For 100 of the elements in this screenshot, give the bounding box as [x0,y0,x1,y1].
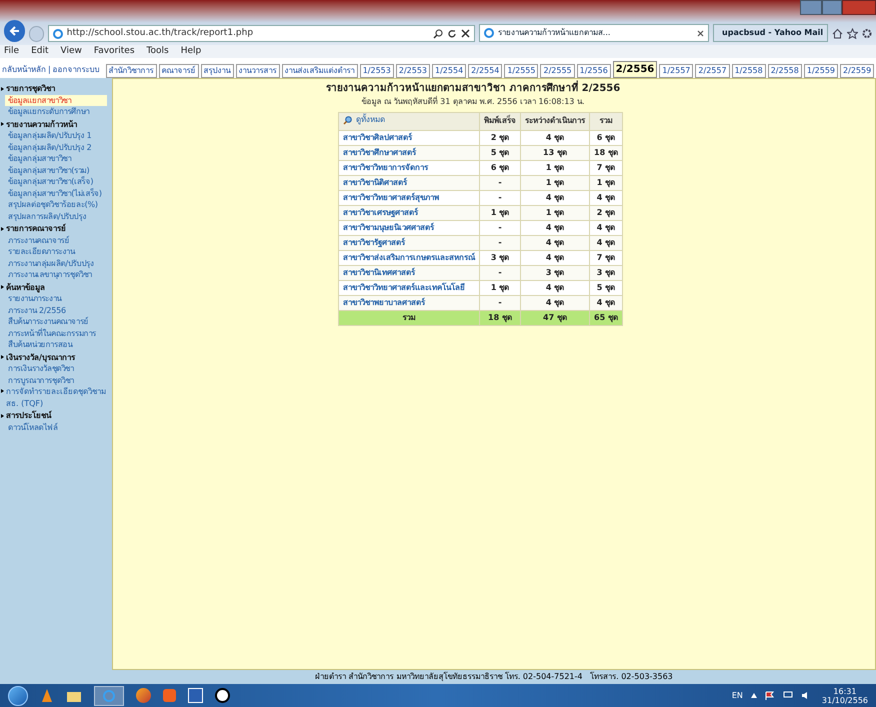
nav-tab[interactable]: 2/2555 [540,64,575,78]
clock-date[interactable]: 31/10/2556 [822,696,868,704]
sidebar-link[interactable]: ข้อมูลแยกระดับการศึกษา [5,106,107,118]
sidebar-link[interactable]: ข้อมูลกลุ่มสาขาวิชา(ไม่เสร็จ) [5,188,107,199]
sidebar-link[interactable]: ภาระงานเลขานุการชุดวิชา [5,269,107,280]
nav-tab[interactable]: งานวารสาร [236,64,280,78]
nav-tab[interactable]: 1/2559 [804,64,838,78]
table-cell: 4 ชุด [520,220,590,235]
section-heading: ค้นหาข้อมูล [6,282,45,293]
bullet-icon [1,285,4,290]
nav-tab[interactable]: สรุปงาน [200,64,234,78]
table-cell: 3 ชุด [590,265,622,280]
sidebar-link[interactable]: ข้อมูลกลุ่มผลิต/ปรับปรุง 1 [5,130,107,142]
sidebar-link[interactable]: สรุปผลการผลิต/ปรับปรุง [5,210,107,222]
sidebar-link[interactable]: ภาระงานคณาจารย์ [5,234,107,246]
faculty-link[interactable]: สาขาวิชาพยาบาลศาสตร์ [338,295,480,310]
home-icon[interactable] [832,28,844,39]
faculty-link[interactable]: สาขาวิชานิติศาสตร์ [338,175,480,190]
nav-tab[interactable]: 2/2559 [840,64,874,78]
menu-item[interactable]: Help [180,44,202,58]
sidebar-link[interactable]: ภาระหน้าที่ในคณะกรรมการ [5,328,107,339]
nav-tab[interactable]: 1/2555 [504,64,538,78]
faculty-link[interactable]: สาขาวิชาวิทยาการจัดการ [338,160,480,175]
faculty-link[interactable]: สาขาวิชาศึกษาศาสตร์ [338,145,480,160]
sidebar-link[interactable]: รายละเอียดภาระงาน [5,246,107,258]
faculty-link[interactable]: สาขาวิชานิเทศศาสตร์ [338,265,480,280]
star-icon[interactable] [847,28,858,39]
speaker-icon[interactable] [800,691,810,700]
address-bar[interactable]: http://school.stou.ac.th/track/report1.php [48,25,475,42]
browser-icon [484,28,494,38]
caret-icon[interactable] [750,693,757,698]
sidebar-link[interactable]: ดาวน์โหลดไฟล์ [5,422,107,433]
sidebar-link[interactable]: ข้อมูลแยกสาขาวิชา [5,94,107,106]
faculty-link[interactable]: สาขาวิชารัฐศาสตร์ [338,235,480,250]
cone-icon[interactable] [40,688,54,704]
nav-tab[interactable]: สำนักวิชาการ [106,64,157,78]
table-cell: 2 ชุด [480,130,520,145]
language-indicator[interactable]: EN [732,690,743,702]
report-title: รายงานความก้าวหน้าแยกตามสาขาวิชา ภาคการศึกษาที่ 2/2556 [326,81,620,96]
sidebar-link[interactable]: การจัดทำรายละเอียดชุดวิชามสธ. (TQF) [6,386,106,409]
settings-icon[interactable] [862,28,872,39]
sidebar-link[interactable]: ภาระงาน 2/2556 [5,304,107,316]
menu-item[interactable]: Edit [31,44,48,58]
nav-tab[interactable]: งานส่งเสริมแต่งตำรา [282,64,358,78]
close-icon[interactable] [697,30,704,36]
browser-tab[interactable]: รายงานความก้าวหน้าแยกตามส... [478,24,710,42]
nav-tab[interactable]: 2/2556 [612,61,658,78]
nav-tab[interactable]: 2/2554 [468,64,502,78]
view-all-link[interactable]: ดูทั้งหมด [338,112,480,130]
nav-tab[interactable]: คณาจารย์ [158,64,199,78]
nav-link[interactable]: ออกจากระบบ [52,64,100,76]
faculty-link[interactable]: สาขาวิชามนุษยนิเวศศาสตร์ [338,220,480,235]
menu-item[interactable]: Tools [146,44,169,58]
table-cell: 6 ชุด [590,130,622,145]
nav-tab[interactable]: 2/2557 [695,64,730,78]
nav-link[interactable]: กลับหน้าหลัก [2,64,46,76]
faculty-link[interactable]: สาขาวิชาส่งเสริมการเกษตรและสหกรณ์ [338,250,480,265]
table-cell: 1 ชุด [480,205,520,220]
sidebar-link[interactable]: การเงินรางวัลชุดวิชา [5,363,107,374]
sidebar-link[interactable]: รายงานภาระงาน [5,293,107,304]
sidebar-link[interactable]: ข้อมูลกลุ่มสาขาวิชา(เสร็จ) [5,176,107,188]
section-heading: รายการชุดวิชา [6,83,55,94]
tab-title: upacbsud - Yahoo Mail [722,27,824,39]
nav-tab[interactable]: 1/2554 [432,64,466,78]
faculty-link[interactable]: สาขาวิชาศิลปศาสตร์ [338,130,480,145]
network-icon[interactable] [782,691,793,700]
sidebar-link[interactable]: ข้อมูลกลุ่มสาขาวิชา(รวม) [5,164,107,176]
table-cell: 2 ชุด [590,205,622,220]
clock-time[interactable]: 16:31 [833,686,856,696]
browser-icon [52,28,63,38]
browser-tab[interactable]: upacbsud - Yahoo Mail [713,24,828,42]
flag-icon[interactable] [764,690,775,700]
sidebar-link[interactable]: สืบค้นภาระงานคณาจารย์ [5,316,107,328]
nav-tab[interactable]: 1/2553 [360,64,394,78]
nav-tab[interactable]: 2/2553 [396,64,430,78]
table-cell: 4 ชุด [590,220,622,235]
search-icon[interactable] [432,28,443,38]
nav-tab[interactable]: 1/2558 [732,64,766,78]
sidebar-link[interactable]: สืบค้นหน่วยการสอน [5,339,107,350]
sidebar-link[interactable]: การบูรณาการชุดวิชา [5,374,107,386]
nav-tab[interactable]: 2/2558 [768,64,802,78]
sidebar-link[interactable]: ข้อมูลกลุ่มสาขาวิชา [5,153,107,164]
menu-item[interactable]: View [60,44,82,58]
sidebar-link[interactable]: ภาระงานกลุ่มผลิต/ปรับปรุง [5,258,107,269]
sidebar-link[interactable]: สรุปผลต่อชุดวิชาร้อยละ(%) [5,199,107,210]
table-cell: 4 ชุด [520,235,590,250]
refresh-icon[interactable] [446,28,457,38]
table-cell: 7 ชุด [590,160,622,175]
close-icon[interactable] [460,29,470,38]
back-button[interactable] [4,20,25,42]
sidebar-link[interactable]: ข้อมูลกลุ่มผลิต/ปรับปรุง 2 [5,142,107,153]
menu-item[interactable]: Favorites [94,44,135,58]
browser-icon[interactable] [94,686,124,706]
faculty-link[interactable]: สาขาวิชาวิทยาศาสตร์สุขภาพ [338,190,480,205]
faculty-link[interactable]: สาขาวิชาวิทยาศาสตร์และเทคโนโลยี [338,280,480,295]
menu-item[interactable]: File [4,44,20,58]
faculty-link[interactable]: สาขาวิชาเศรษฐศาสตร์ [338,205,480,220]
nav-tab[interactable]: 1/2557 [659,64,694,78]
nav-tab[interactable]: 1/2556 [576,64,611,78]
start-button[interactable] [8,686,28,706]
